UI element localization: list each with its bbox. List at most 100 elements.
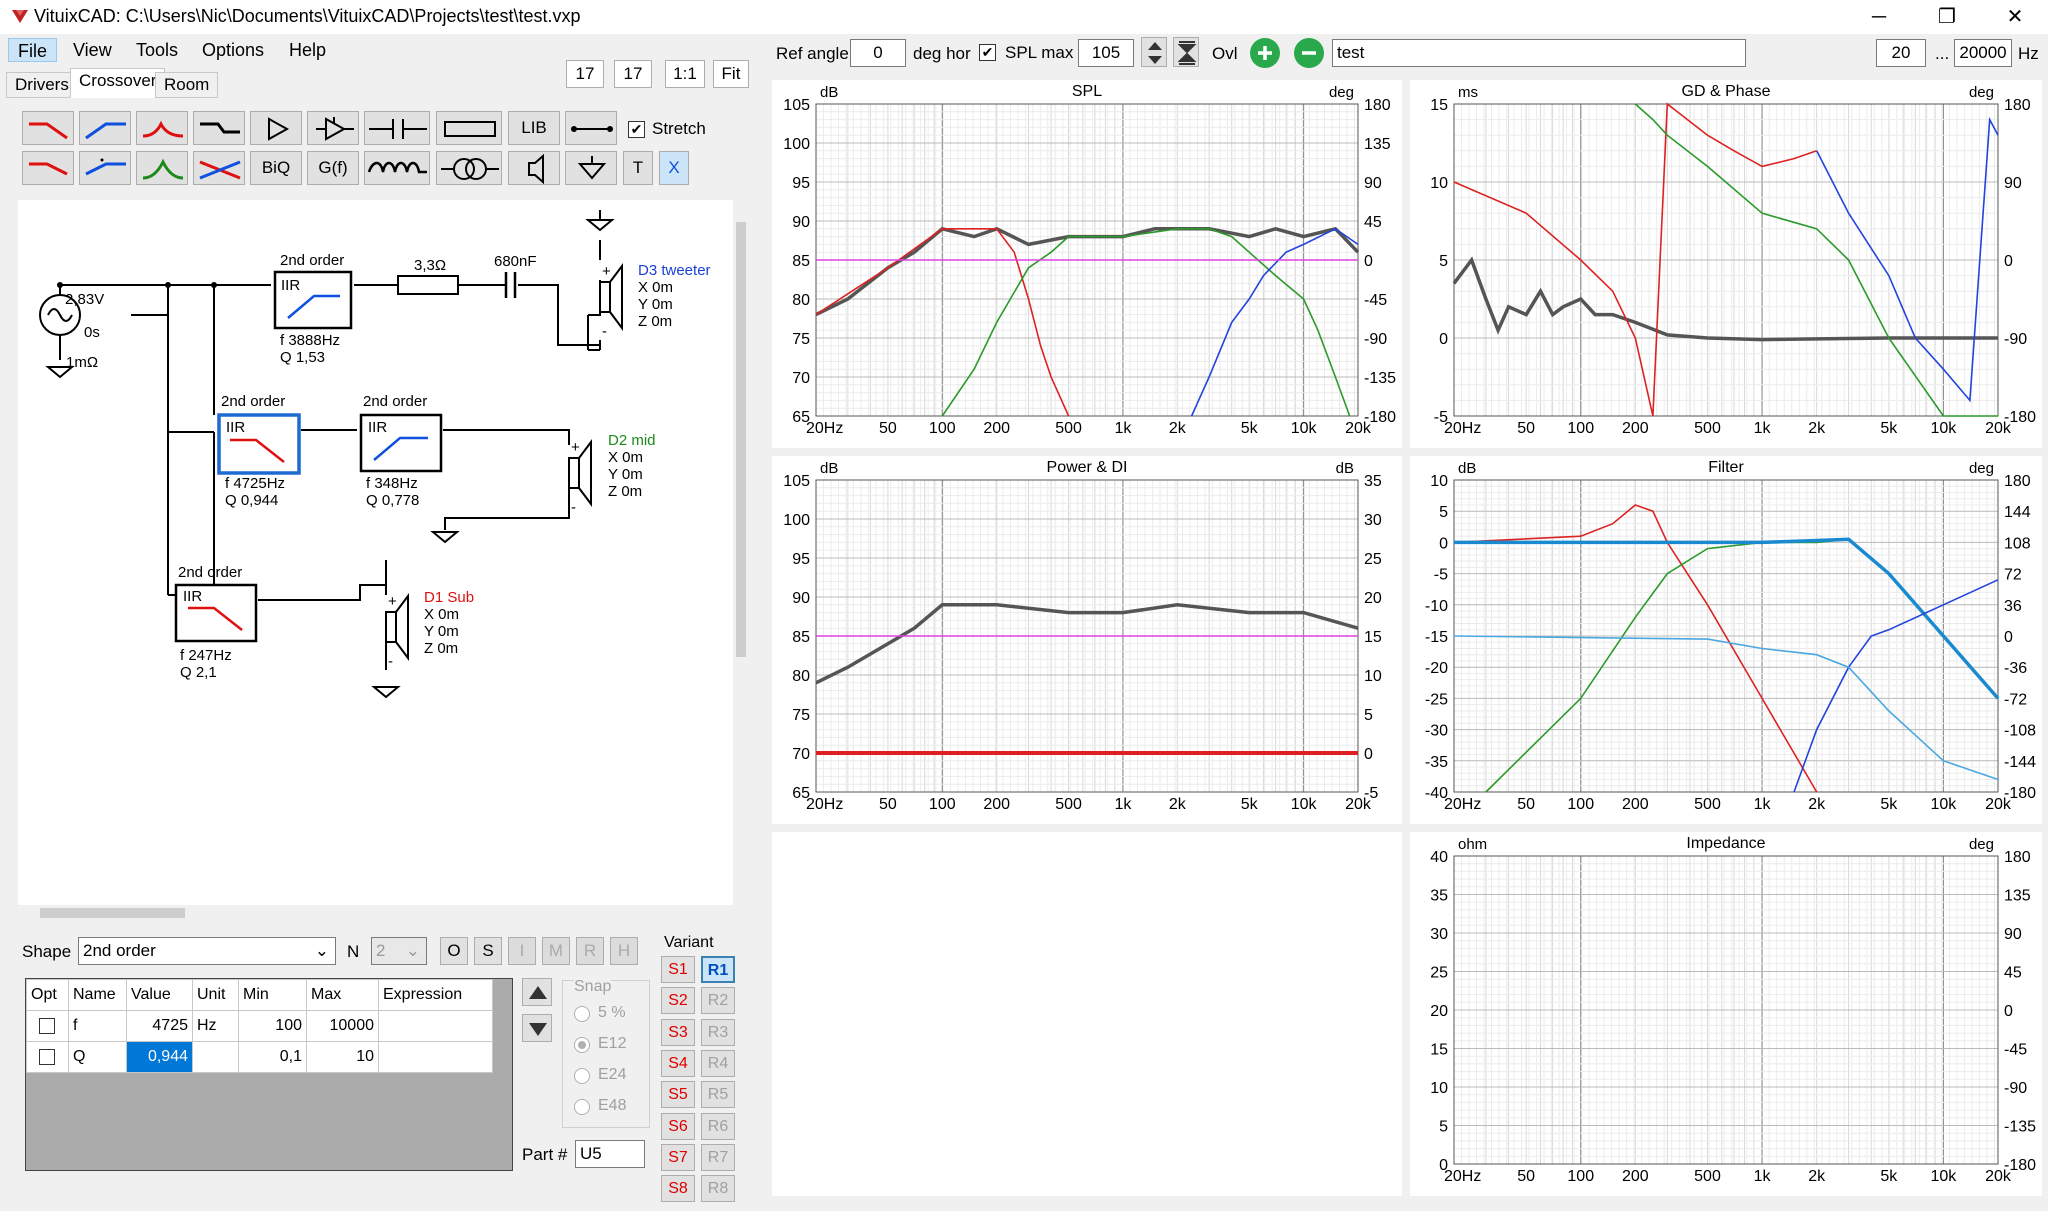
- variant-s8-button[interactable]: S8: [661, 1175, 695, 1203]
- variant-r1-button[interactable]: R1: [701, 956, 735, 983]
- variant-r5-button[interactable]: R5: [701, 1081, 735, 1109]
- table-row[interactable]: f 4725 Hz 100 10000: [26, 1010, 493, 1042]
- shelving-filter-button[interactable]: [193, 111, 245, 145]
- menu-options[interactable]: Options: [193, 38, 273, 62]
- capacitor-button[interactable]: [364, 111, 430, 145]
- variant-s1-button[interactable]: S1: [661, 956, 695, 983]
- vertical-scrollbar[interactable]: [733, 200, 749, 905]
- inductor-button[interactable]: [364, 151, 430, 185]
- variant-r8-button[interactable]: R8: [701, 1175, 735, 1203]
- variant-s7-button[interactable]: S7: [661, 1143, 695, 1171]
- remove-overlay-button[interactable]: [1294, 38, 1324, 68]
- menu-tools[interactable]: Tools: [127, 38, 187, 62]
- highpass-filter-button[interactable]: [79, 111, 131, 145]
- variant-r4-button[interactable]: R4: [701, 1049, 735, 1077]
- lib-button[interactable]: LIB: [508, 111, 560, 145]
- fit-button[interactable]: Fit: [713, 60, 749, 88]
- freq-min-input[interactable]: 20: [1876, 39, 1926, 67]
- ref-angle-input[interactable]: 0: [850, 39, 906, 67]
- scale-input-b[interactable]: 17: [614, 60, 652, 88]
- r-button[interactable]: R: [576, 937, 604, 965]
- transformer-button[interactable]: [436, 151, 502, 185]
- lowpass-filter-button[interactable]: [22, 111, 74, 145]
- driver-button[interactable]: [508, 151, 560, 185]
- minimize-button[interactable]: ─: [1848, 0, 1910, 34]
- scale-input-a[interactable]: 17: [566, 60, 604, 88]
- filter-graph[interactable]: Filter dB deg 10 5 0 -5 -10 -15 -20 -25 -30 -35 -40 18…: [1410, 456, 2042, 824]
- snap-radio-e48[interactable]: [574, 1099, 590, 1115]
- highpass-1st-button[interactable]: [79, 151, 131, 185]
- menu-file[interactable]: File: [8, 38, 58, 62]
- variant-r3-button[interactable]: R3: [701, 1018, 735, 1046]
- stretch-checkbox[interactable]: ✔: [628, 121, 645, 138]
- biquad-button[interactable]: BiQ: [250, 151, 302, 185]
- amplifier-button[interactable]: [250, 111, 302, 145]
- menu-view[interactable]: View: [64, 38, 121, 62]
- parameter-table[interactable]: Opt Name Value Unit Min Max Expression f…: [25, 978, 513, 1171]
- tab-drivers[interactable]: Drivers: [6, 72, 78, 98]
- cell-value[interactable]: 4725: [126, 1010, 193, 1042]
- variant-r6-button[interactable]: R6: [701, 1112, 735, 1140]
- variant-s6-button[interactable]: S6: [661, 1112, 695, 1140]
- close-button[interactable]: ✕: [1984, 0, 2046, 34]
- table-row[interactable]: Q 0,944 0,1 10: [26, 1041, 493, 1073]
- opt-checkbox[interactable]: [26, 1010, 69, 1042]
- cell-max[interactable]: 10000: [306, 1010, 379, 1042]
- menu-help[interactable]: Help: [280, 38, 335, 62]
- horizontal-scrollbar[interactable]: [18, 905, 733, 921]
- bandpass-button[interactable]: [136, 151, 188, 185]
- variant-s5-button[interactable]: S5: [661, 1081, 695, 1109]
- cell-min[interactable]: 0,1: [238, 1041, 307, 1073]
- schematic-canvas[interactable]: 2,83V 0s 1mΩ 2nd order IIR f 3888Hz Q 1,…: [18, 200, 733, 905]
- part-input[interactable]: U5: [575, 1140, 645, 1168]
- ground-button[interactable]: [565, 151, 617, 185]
- shape-dropdown[interactable]: 2nd order ⌄: [78, 937, 336, 965]
- move-down-button[interactable]: [522, 1014, 552, 1042]
- move-up-button[interactable]: [522, 978, 552, 1006]
- x-button[interactable]: X: [659, 151, 689, 185]
- spl-max-checkbox[interactable]: ✔: [979, 44, 996, 61]
- snap-radio-5pct[interactable]: [574, 1006, 590, 1022]
- spl-updown-button[interactable]: [1141, 37, 1167, 67]
- variant-r2-button[interactable]: R2: [701, 987, 735, 1015]
- cell-max[interactable]: 10: [306, 1041, 379, 1073]
- variant-s2-button[interactable]: S2: [661, 987, 695, 1015]
- add-overlay-button[interactable]: [1250, 38, 1280, 68]
- wire-button[interactable]: [565, 111, 617, 145]
- n-dropdown[interactable]: 2 ⌄: [371, 937, 427, 965]
- tweeter-driver[interactable]: +-: [585, 210, 623, 340]
- tab-room[interactable]: Room: [155, 72, 219, 98]
- resistor[interactable]: [397, 275, 459, 295]
- lowpass-1st-button[interactable]: [22, 151, 74, 185]
- resistor-button[interactable]: [436, 111, 502, 145]
- variant-s4-button[interactable]: S4: [661, 1049, 695, 1077]
- peaking-filter-button[interactable]: [136, 111, 188, 145]
- t-button[interactable]: T: [623, 151, 653, 185]
- spl-fit-button[interactable]: [1173, 37, 1199, 67]
- freq-max-input[interactable]: 20000: [1954, 39, 2012, 67]
- mid-driver[interactable]: +-: [430, 439, 592, 544]
- overlay-name-input[interactable]: test: [1332, 39, 1746, 67]
- cell-min[interactable]: 100: [238, 1010, 307, 1042]
- o-button[interactable]: O: [440, 937, 468, 965]
- buffer-button[interactable]: [307, 111, 359, 145]
- h-button[interactable]: H: [610, 937, 638, 965]
- tab-crossover[interactable]: Crossover: [70, 68, 166, 98]
- cell-expression[interactable]: [378, 1010, 493, 1042]
- restore-button[interactable]: ❐: [1916, 0, 1978, 34]
- spl-graph[interactable]: SPL dB deg 105 100 95 90 85 80 75 70 65 180 135 90 45 0-…: [772, 80, 1402, 448]
- snap-radio-e12[interactable]: [574, 1037, 590, 1053]
- i-button[interactable]: I: [508, 937, 536, 965]
- power-di-graph[interactable]: Power & DI dB dB 105 100 95 90 85 80 75 70 65 35 30 25…: [772, 456, 1402, 824]
- spl-max-input[interactable]: 105: [1078, 39, 1134, 67]
- m-button[interactable]: M: [542, 937, 570, 965]
- capacitor[interactable]: [504, 272, 517, 298]
- s-button[interactable]: S: [474, 937, 502, 965]
- crossover-button[interactable]: [193, 151, 245, 185]
- gd-phase-graph[interactable]: GD & Phase ms deg 15 10 5 0 -5 180 90 0 -90 -180 20Hz…: [1410, 80, 2042, 448]
- opt-checkbox[interactable]: [26, 1041, 69, 1073]
- cell-value-selected[interactable]: 0,944: [126, 1041, 193, 1073]
- transfer-function-button[interactable]: G(f): [307, 151, 359, 185]
- cell-expression[interactable]: [378, 1041, 493, 1073]
- variant-s3-button[interactable]: S3: [661, 1018, 695, 1046]
